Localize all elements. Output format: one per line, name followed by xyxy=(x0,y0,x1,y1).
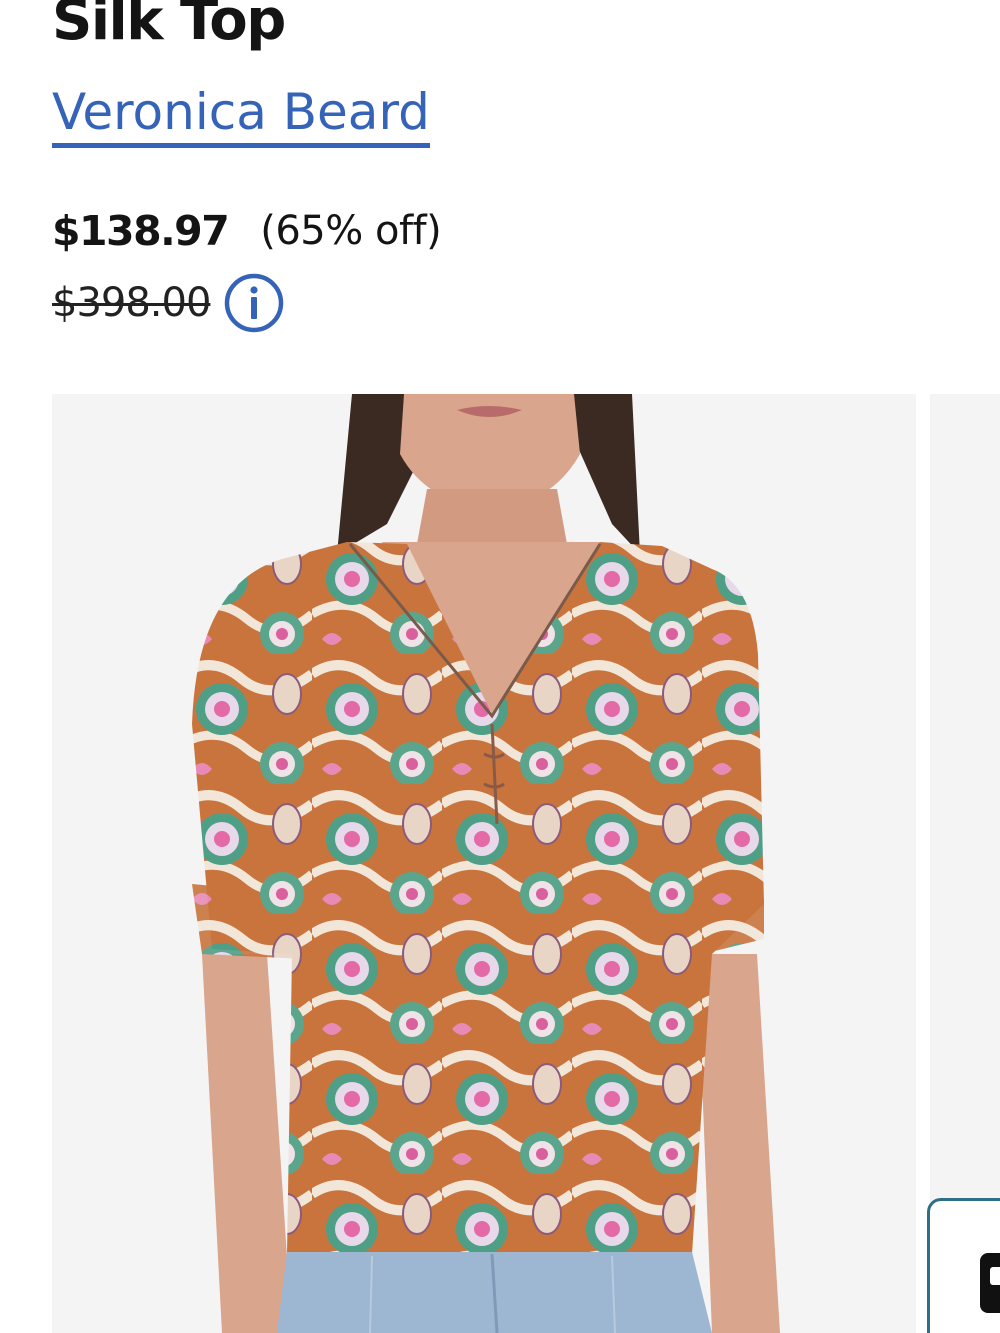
brand-link[interactable]: Veronica Beard xyxy=(52,82,430,148)
info-icon[interactable] xyxy=(224,273,284,333)
discount-label: (65% off) xyxy=(260,207,442,254)
next-product-image[interactable] xyxy=(930,394,1000,1333)
product-title: Silk Top xyxy=(52,0,286,53)
price-row: $138.97 (65% off) xyxy=(52,203,442,258)
chat-icon xyxy=(980,1253,1000,1313)
sale-price: $138.97 xyxy=(52,206,230,255)
chat-button[interactable] xyxy=(927,1198,1000,1333)
product-image[interactable] xyxy=(52,394,916,1333)
original-price: $398.00 xyxy=(52,280,211,326)
product-page: Silk Top Veronica Beard $138.97 (65% off… xyxy=(0,0,1000,1333)
original-price-row: $398.00 xyxy=(52,272,284,334)
